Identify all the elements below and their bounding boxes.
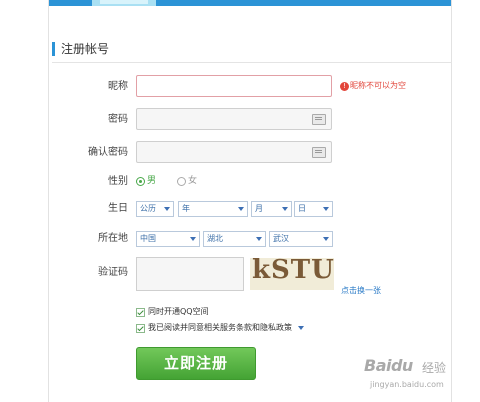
password-label: 密码 <box>108 114 128 125</box>
section-divider <box>52 62 452 63</box>
terms-checkbox-row[interactable]: 我已阅读并同意相关服务条款和隐私政策 <box>136 323 304 334</box>
chevron-down-icon <box>238 207 244 211</box>
city-select[interactable]: 武汉 <box>269 231 333 247</box>
year-select[interactable]: 年 <box>178 201 248 217</box>
captcha-image[interactable]: kSTU <box>250 258 334 290</box>
calendar-select-value: 公历 <box>140 204 156 213</box>
country-select-value: 中国 <box>140 234 156 243</box>
nickname-error-text: 昵称不可以为空 <box>350 81 406 90</box>
checkbox-checked-icon[interactable] <box>136 307 145 317</box>
register-button[interactable]: 立即注册 <box>136 347 256 380</box>
error-icon: ! <box>340 81 349 91</box>
captcha-refresh-link[interactable]: 点击换一张 <box>341 286 381 296</box>
chevron-down-icon <box>282 207 288 211</box>
chevron-down-icon <box>323 237 329 241</box>
frame-right-border <box>451 0 452 402</box>
confirm-password-input[interactable] <box>136 141 332 163</box>
watermark-brand: Baidu <box>364 356 413 375</box>
keyboard-icon[interactable] <box>312 114 326 125</box>
checkbox-checked-icon[interactable] <box>136 323 145 333</box>
day-select[interactable]: 日 <box>294 201 333 217</box>
captcha-label: 验证码 <box>98 267 128 278</box>
captcha-input[interactable] <box>136 257 244 291</box>
watermark-sub: 经验 <box>422 361 447 375</box>
nickname-error: ! 昵称不可以为空 <box>340 81 406 92</box>
qzone-checkbox-label: 同时开通QQ空间 <box>148 307 209 316</box>
province-select-value: 湖北 <box>207 234 223 243</box>
year-select-value: 年 <box>182 204 190 213</box>
password-input[interactable] <box>136 108 332 130</box>
chevron-down-icon <box>323 207 329 211</box>
radio-checked-icon[interactable] <box>136 176 145 186</box>
nickname-input[interactable] <box>136 75 332 97</box>
terms-checkbox-label: 我已阅读并同意相关服务条款和隐私政策 <box>148 323 292 332</box>
confirm-password-label: 确认密码 <box>88 147 128 158</box>
chevron-down-icon <box>190 237 196 241</box>
month-select[interactable]: 月 <box>251 201 292 217</box>
watermark-logo: Baidu 经验 jingyan.baidu.com <box>364 356 476 396</box>
birthday-label: 生日 <box>108 203 128 214</box>
gender-option-male[interactable]: 男 <box>136 175 156 188</box>
watermark-domain: jingyan.baidu.com <box>370 380 444 389</box>
location-label: 所在地 <box>98 233 128 244</box>
calendar-select[interactable]: 公历 <box>136 201 174 217</box>
terms-expand-icon[interactable] <box>298 326 304 330</box>
gender-label: 性别 <box>108 176 128 187</box>
top-tab-inner <box>100 0 148 4</box>
month-select-value: 月 <box>255 204 263 213</box>
gender-male-label: 男 <box>147 176 157 186</box>
frame-left-border <box>48 0 49 402</box>
captcha-image-text: kSTU <box>252 258 334 285</box>
qzone-checkbox-row[interactable]: 同时开通QQ空间 <box>136 307 209 318</box>
city-select-value: 武汉 <box>273 234 289 243</box>
country-select[interactable]: 中国 <box>136 231 200 247</box>
chevron-down-icon <box>256 237 262 241</box>
nickname-label: 昵称 <box>108 81 128 92</box>
gender-option-female[interactable]: 女 <box>177 175 197 188</box>
gender-female-label: 女 <box>188 176 198 186</box>
radio-unchecked-icon[interactable] <box>177 176 186 186</box>
province-select[interactable]: 湖北 <box>203 231 266 247</box>
section-title: 注册帐号 <box>52 42 109 56</box>
chevron-down-icon <box>164 207 170 211</box>
keyboard-icon[interactable] <box>312 147 326 158</box>
day-select-value: 日 <box>298 204 306 213</box>
